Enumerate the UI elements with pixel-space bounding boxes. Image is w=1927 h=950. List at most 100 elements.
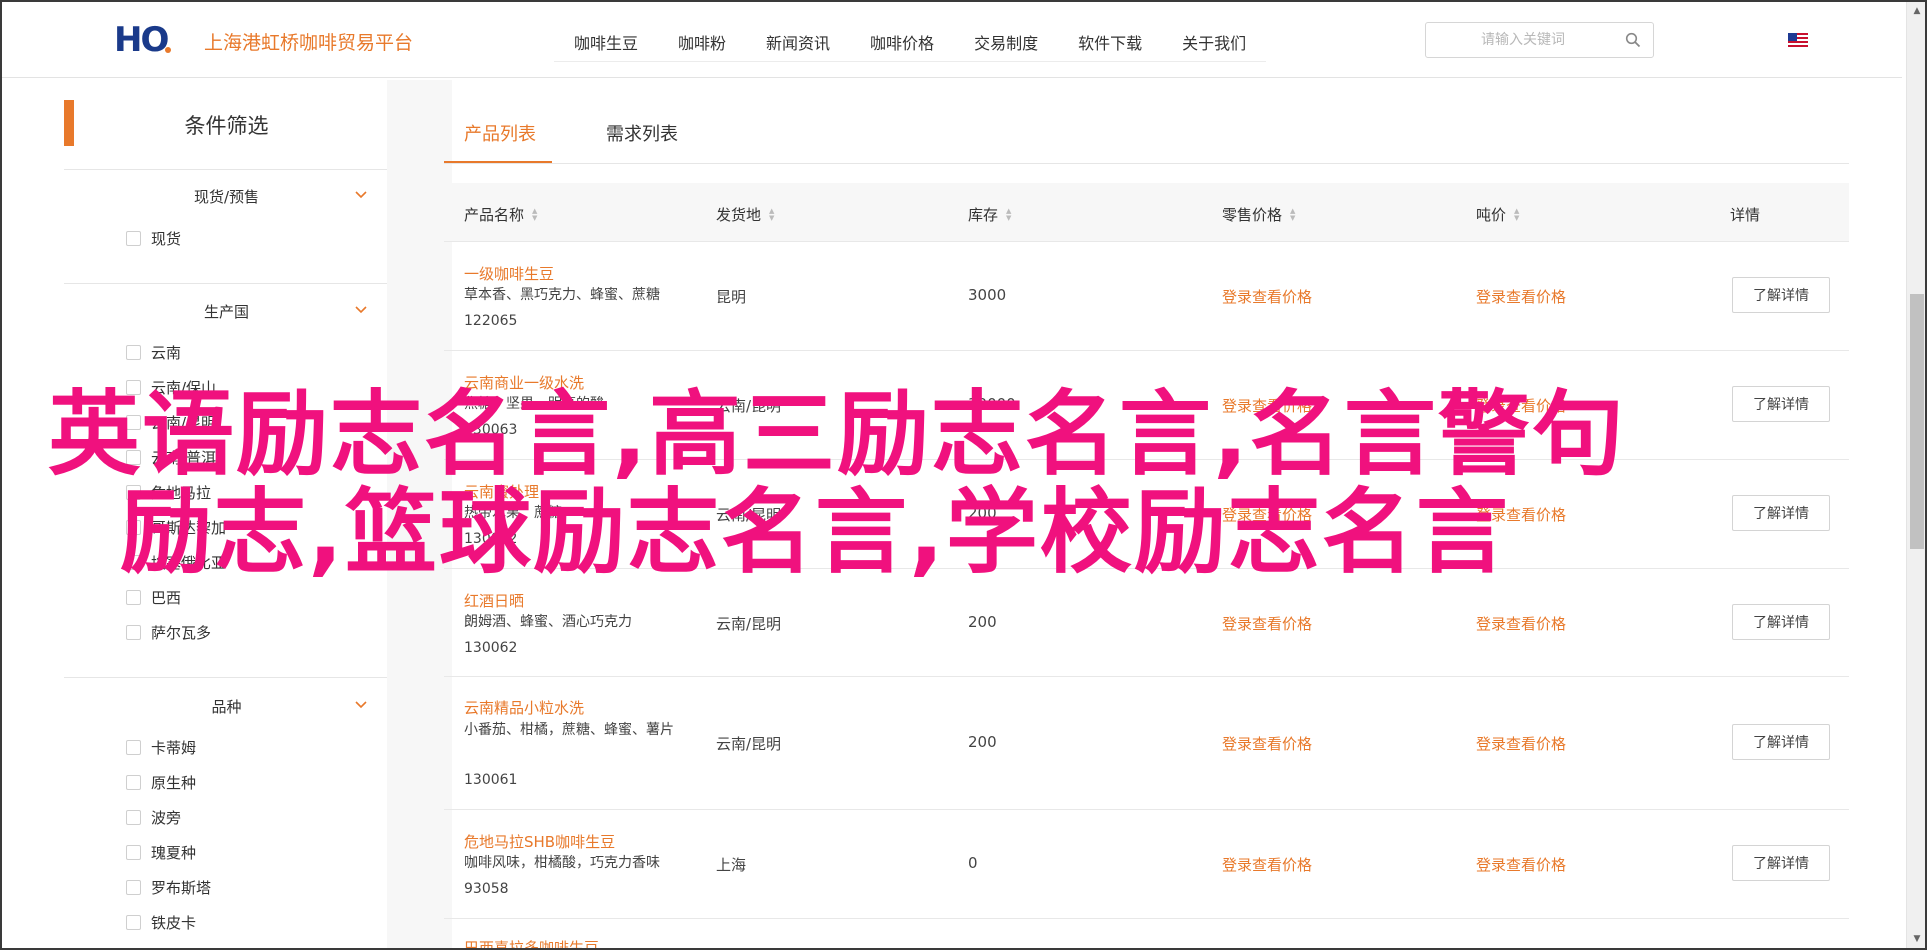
checkbox[interactable] xyxy=(126,879,141,895)
site-logo[interactable]: HO xyxy=(114,23,172,57)
checkbox[interactable] xyxy=(126,589,141,605)
product-code: 130062 xyxy=(464,640,518,656)
nav-item-trading-rules[interactable]: 交易制度 xyxy=(954,18,1058,61)
details-button[interactable]: 了解详情 xyxy=(1732,386,1830,422)
product-code: 93058 xyxy=(464,881,509,897)
details-button[interactable]: 了解详情 xyxy=(1732,724,1830,760)
overlay-headline-line2: 励志,篮球励志名言,学校励志名言 xyxy=(120,479,1510,586)
group-title-variety[interactable]: 品种 xyxy=(64,696,389,717)
divider xyxy=(64,283,389,284)
column-header-name[interactable]: 产品名称 ▲ ▼ xyxy=(464,204,537,225)
filter-option[interactable]: 罗布斯塔 xyxy=(126,877,211,897)
details-button[interactable]: 了解详情 xyxy=(1732,604,1830,640)
nav-item-software-download[interactable]: 软件下载 xyxy=(1058,18,1162,61)
scroll-thumb[interactable] xyxy=(1910,294,1924,549)
filter-option[interactable]: 云南 xyxy=(126,342,181,362)
sort-icon[interactable]: ▲ ▼ xyxy=(1290,207,1295,222)
table-row: 一级咖啡生豆 草本香、黑巧克力、蜂蜜、蔗糖 122065 昆明 3000 登录查… xyxy=(444,242,1849,351)
details-button[interactable]: 了解详情 xyxy=(1732,845,1830,881)
table-header: 产品名称 ▲ ▼ 发货地 ▲ ▼ 库存 ▲ ▼ 零售价格 ▲ ▼ 吨价 ▲ ▼ 详情 xyxy=(444,183,1849,242)
column-header-details: 详情 xyxy=(1730,204,1760,225)
nav-item-coffee-powder[interactable]: 咖啡粉 xyxy=(658,18,746,61)
checkbox[interactable] xyxy=(126,774,141,790)
checkbox[interactable] xyxy=(126,844,141,860)
checkbox[interactable] xyxy=(126,809,141,825)
site-name[interactable]: 上海港虹桥咖啡贸易平台 xyxy=(204,28,413,55)
scroll-down-arrow-icon[interactable]: ▼ xyxy=(1907,930,1925,948)
product-code: 122065 xyxy=(464,313,518,329)
active-tab-underline xyxy=(444,161,552,163)
ton-price-login-link[interactable]: 登录查看价格 xyxy=(1476,286,1566,307)
search-icon[interactable] xyxy=(1625,32,1641,48)
retail-price-login-link[interactable]: 登录查看价格 xyxy=(1222,613,1312,634)
nav-item-about-us[interactable]: 关于我们 xyxy=(1162,18,1266,61)
product-name-link[interactable]: 巴西喜拉多咖啡生豆 xyxy=(464,937,599,948)
filter-option[interactable]: 原生种 xyxy=(126,772,196,792)
retail-price-login-link[interactable]: 登录查看价格 xyxy=(1222,854,1312,875)
checkbox[interactable] xyxy=(126,739,141,755)
option-label: 波旁 xyxy=(151,808,182,827)
product-stock: 0 xyxy=(968,854,978,872)
column-header-label: 库存 xyxy=(968,206,999,224)
sort-icon[interactable]: ▲ ▼ xyxy=(1006,207,1011,222)
browser-window: HO 上海港虹桥咖啡贸易平台 咖啡生豆 咖啡粉 新闻资讯 咖啡价格 交易制度 软… xyxy=(0,0,1927,950)
us-flag-icon[interactable] xyxy=(1788,33,1808,47)
nav-item-coffee-price[interactable]: 咖啡价格 xyxy=(850,18,954,61)
checkbox[interactable] xyxy=(126,914,141,930)
tab-product-list[interactable]: 产品列表 xyxy=(464,120,536,146)
vertical-scrollbar[interactable]: ▲ ▼ xyxy=(1906,2,1925,948)
filter-option[interactable]: 巴西 xyxy=(126,587,181,607)
details-button[interactable]: 了解详情 xyxy=(1732,495,1830,531)
sort-icon[interactable]: ▲ ▼ xyxy=(769,207,774,222)
product-flavor: 草本香、黑巧克力、蜂蜜、蔗糖 xyxy=(464,287,660,303)
filter-option[interactable]: 现货 xyxy=(126,228,181,248)
nav-item-news[interactable]: 新闻资讯 xyxy=(746,18,850,61)
filter-option[interactable]: 波旁 xyxy=(126,807,181,827)
search-input[interactable] xyxy=(1426,23,1616,57)
retail-price-login-link[interactable]: 登录查看价格 xyxy=(1222,286,1312,307)
product-stock: 200 xyxy=(968,733,997,751)
details-button[interactable]: 了解详情 xyxy=(1732,277,1830,313)
table-row: 巴西喜拉多咖啡生豆 xyxy=(444,919,1849,948)
sort-icon[interactable]: ▲ ▼ xyxy=(1514,207,1519,222)
chevron-down-icon[interactable] xyxy=(354,188,368,202)
column-header-label: 发货地 xyxy=(716,206,762,224)
option-label: 瑰夏种 xyxy=(151,843,197,862)
column-header-origin[interactable]: 发货地 ▲ ▼ xyxy=(716,204,774,225)
product-name-link[interactable]: 一级咖啡生豆 xyxy=(464,263,554,284)
ton-price-login-link[interactable]: 登录查看价格 xyxy=(1476,613,1566,634)
divider xyxy=(64,677,389,678)
group-title-origin-country[interactable]: 生产国 xyxy=(64,301,389,322)
filter-option[interactable]: 卡蒂姆 xyxy=(126,737,196,757)
product-name-link[interactable]: 危地马拉SHB咖啡生豆 xyxy=(464,831,615,852)
chevron-down-icon[interactable] xyxy=(354,303,368,317)
filter-option[interactable]: 萨尔瓦多 xyxy=(126,622,211,642)
main-nav: 咖啡生豆 咖啡粉 新闻资讯 咖啡价格 交易制度 软件下载 关于我们 xyxy=(554,18,1267,62)
checkbox[interactable] xyxy=(126,344,141,360)
product-stock: 3000 xyxy=(968,286,1007,304)
product-name-link[interactable]: 红酒日晒 xyxy=(464,590,524,611)
ton-price-login-link[interactable]: 登录查看价格 xyxy=(1476,854,1566,875)
column-header-label: 吨价 xyxy=(1476,206,1507,224)
scroll-up-arrow-icon[interactable]: ▲ xyxy=(1907,2,1925,20)
column-header-ton-price[interactable]: 吨价 ▲ ▼ xyxy=(1476,204,1519,225)
column-header-label: 零售价格 xyxy=(1222,206,1283,224)
sort-icon[interactable]: ▲ ▼ xyxy=(532,207,537,222)
product-name-link[interactable]: 云南精品小粒水洗 xyxy=(464,697,584,718)
tab-demand-list[interactable]: 需求列表 xyxy=(606,120,678,146)
chevron-down-icon[interactable] xyxy=(354,698,368,712)
group-title-stock-type[interactable]: 现货/预售 xyxy=(64,186,389,207)
column-header-retail-price[interactable]: 零售价格 ▲ ▼ xyxy=(1222,204,1295,225)
checkbox[interactable] xyxy=(126,624,141,640)
option-label: 原生种 xyxy=(151,773,197,792)
option-label: 罗布斯塔 xyxy=(151,878,212,897)
checkbox[interactable] xyxy=(126,230,141,246)
filter-option[interactable]: 铁皮卡 xyxy=(126,912,196,932)
nav-item-green-beans[interactable]: 咖啡生豆 xyxy=(554,18,658,61)
product-stock: 200 xyxy=(968,613,997,631)
column-header-stock[interactable]: 库存 ▲ ▼ xyxy=(968,204,1011,225)
column-header-label: 产品名称 xyxy=(464,206,525,224)
ton-price-login-link[interactable]: 登录查看价格 xyxy=(1476,733,1566,754)
retail-price-login-link[interactable]: 登录查看价格 xyxy=(1222,733,1312,754)
filter-option[interactable]: 瑰夏种 xyxy=(126,842,196,862)
